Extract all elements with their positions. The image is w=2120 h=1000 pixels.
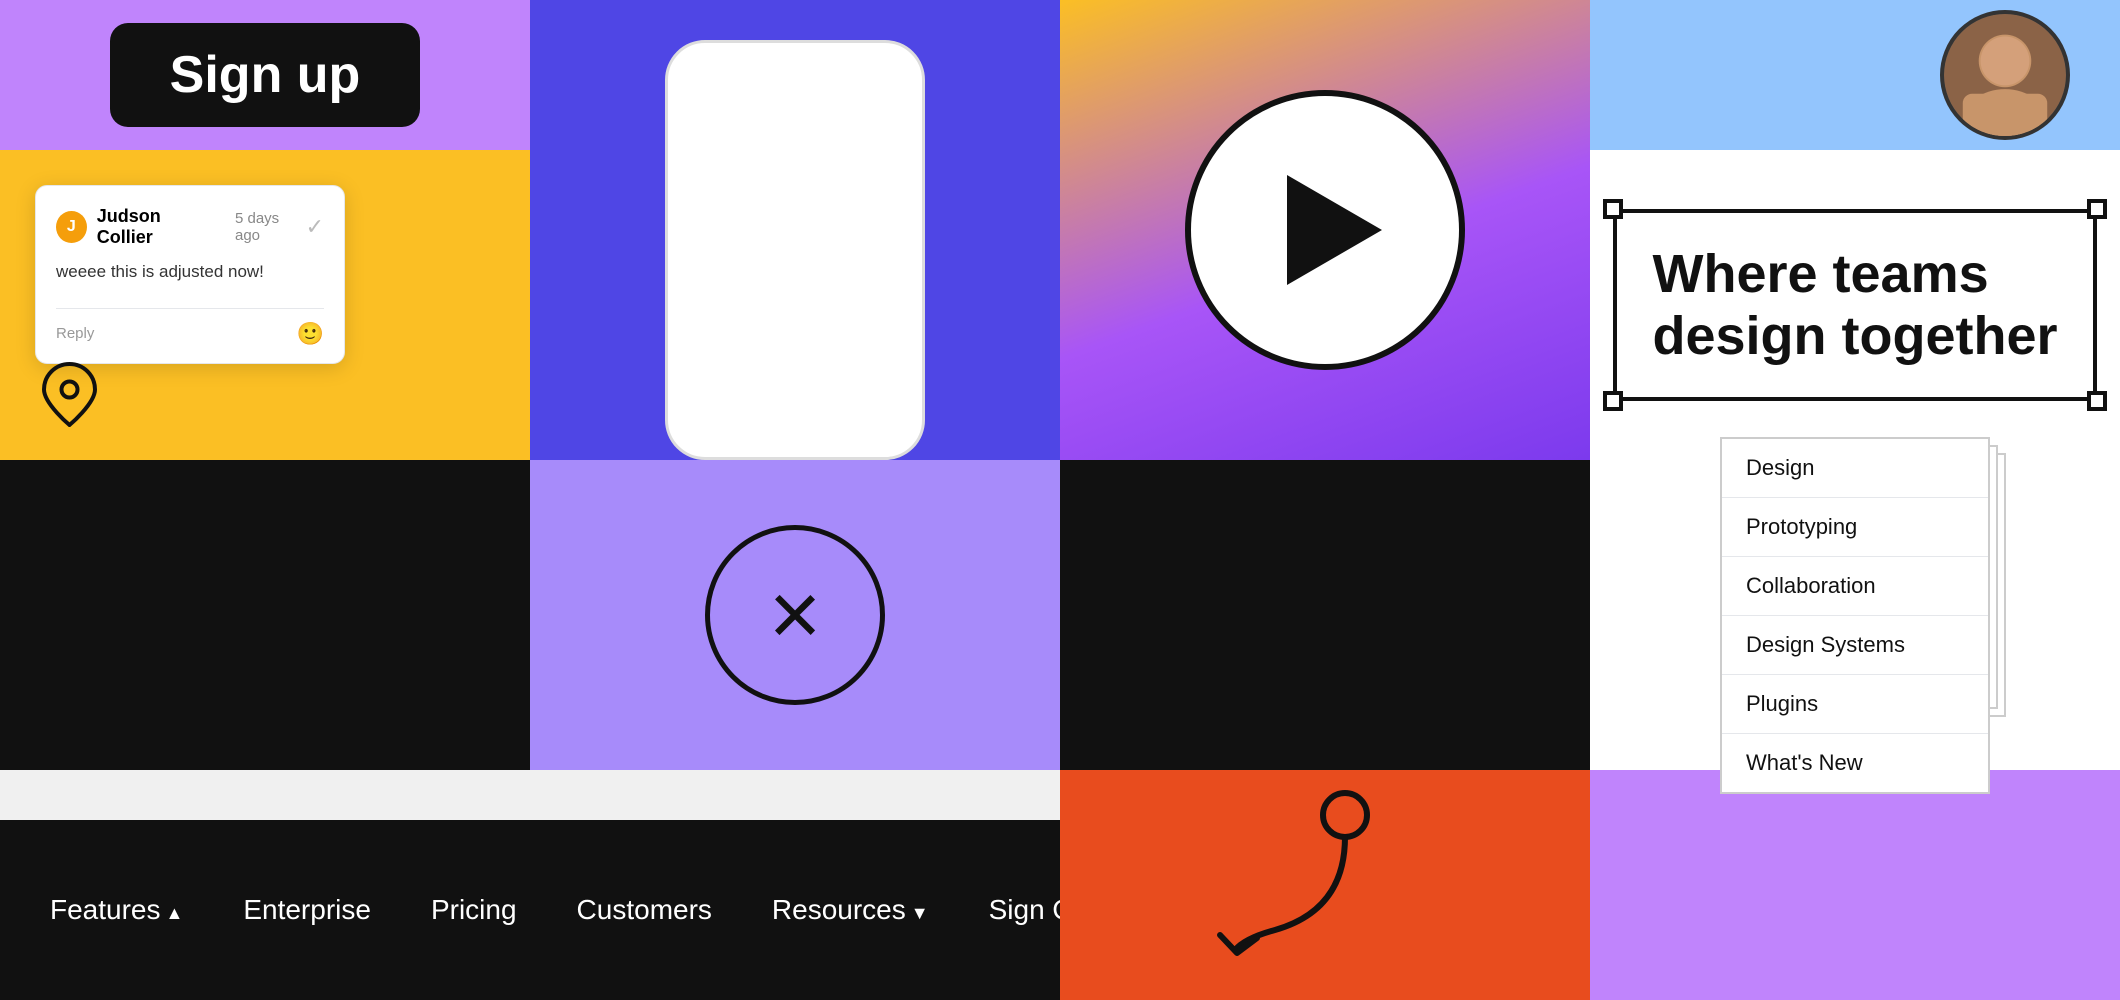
menu-panel: Design Prototyping Collaboration Design … [1720, 437, 1990, 794]
menu-stack: Design Prototyping Collaboration Design … [1720, 437, 1990, 794]
emoji-icon: 🙂 [297, 321, 324, 347]
close-button[interactable]: × [705, 525, 885, 705]
avatar-cell [1590, 0, 2120, 150]
menu-list-cell: Design Prototyping Collaboration Design … [1590, 460, 2120, 770]
corner-handle-tr[interactable] [2087, 199, 2107, 219]
hero-line1: Where teams [1652, 244, 1988, 304]
comment-text: weeee this is adjusted now! [56, 260, 324, 284]
play-icon [1287, 175, 1382, 285]
close-icon: × [769, 570, 822, 660]
nav-features[interactable]: Features [50, 894, 183, 926]
corner-handle-br[interactable] [2087, 391, 2107, 411]
play-button[interactable] [1185, 90, 1465, 370]
signup-cell: Sign up [0, 0, 530, 150]
corner-handle-bl[interactable] [1603, 391, 1623, 411]
where-teams-cell: Where teams design together [1590, 150, 2120, 460]
nav-enterprise[interactable]: Enterprise [243, 894, 371, 926]
black-cell-mid [1060, 460, 1590, 770]
avatar [1940, 10, 2070, 140]
hero-line2: design together [1652, 306, 2057, 366]
comment-avatar: J [56, 211, 87, 243]
page: Sign up J [0, 0, 2120, 1000]
purple-cell-bottom [1590, 770, 2120, 1000]
comment-card: J Judson Collier 5 days ago ✓ weeee this… [35, 185, 345, 364]
play-cell [1060, 0, 1590, 460]
corner-handle-tl[interactable] [1603, 199, 1623, 219]
avatar-image [1944, 10, 2066, 140]
signup-button[interactable]: Sign up [110, 23, 421, 127]
red-cell [1060, 770, 1590, 1000]
comment-username: Judson Collier [97, 206, 217, 248]
menu-item-design[interactable]: Design [1722, 439, 1988, 498]
menu-item-prototyping[interactable]: Prototyping [1722, 498, 1988, 557]
comment-user-info: J Judson Collier 5 days ago [56, 206, 306, 248]
comment-time: 5 days ago [235, 210, 306, 244]
black-cell-left [0, 460, 530, 770]
close-cell: × [530, 460, 1060, 770]
where-teams-text: Where teams design together [1652, 243, 2057, 367]
where-teams-box: Where teams design together [1613, 209, 2096, 401]
avatar-initial: J [67, 218, 76, 236]
nav-pricing[interactable]: Pricing [431, 894, 517, 926]
phone-mockup [665, 40, 925, 460]
comment-footer: Reply 🙂 [56, 308, 324, 347]
location-pin [42, 362, 97, 432]
menu-item-plugins[interactable]: Plugins [1722, 675, 1988, 734]
nav-bar: Features Enterprise Pricing Customers Re… [0, 820, 1060, 1000]
menu-item-design-systems[interactable]: Design Systems [1722, 616, 1988, 675]
phone-cell [530, 0, 1060, 460]
nav-resources[interactable]: Resources [772, 894, 929, 926]
reply-label[interactable]: Reply [56, 325, 94, 342]
nav-customers[interactable]: Customers [577, 894, 712, 926]
where-teams-container: Where teams design together [1613, 209, 2096, 401]
comment-header: J Judson Collier 5 days ago ✓ [56, 206, 324, 248]
menu-item-whats-new[interactable]: What's New [1722, 734, 1988, 792]
menu-item-collaboration[interactable]: Collaboration [1722, 557, 1988, 616]
curve-arrow-icon [1215, 780, 1435, 990]
comment-cell: J Judson Collier 5 days ago ✓ weeee this… [0, 150, 530, 460]
check-icon: ✓ [306, 214, 324, 240]
